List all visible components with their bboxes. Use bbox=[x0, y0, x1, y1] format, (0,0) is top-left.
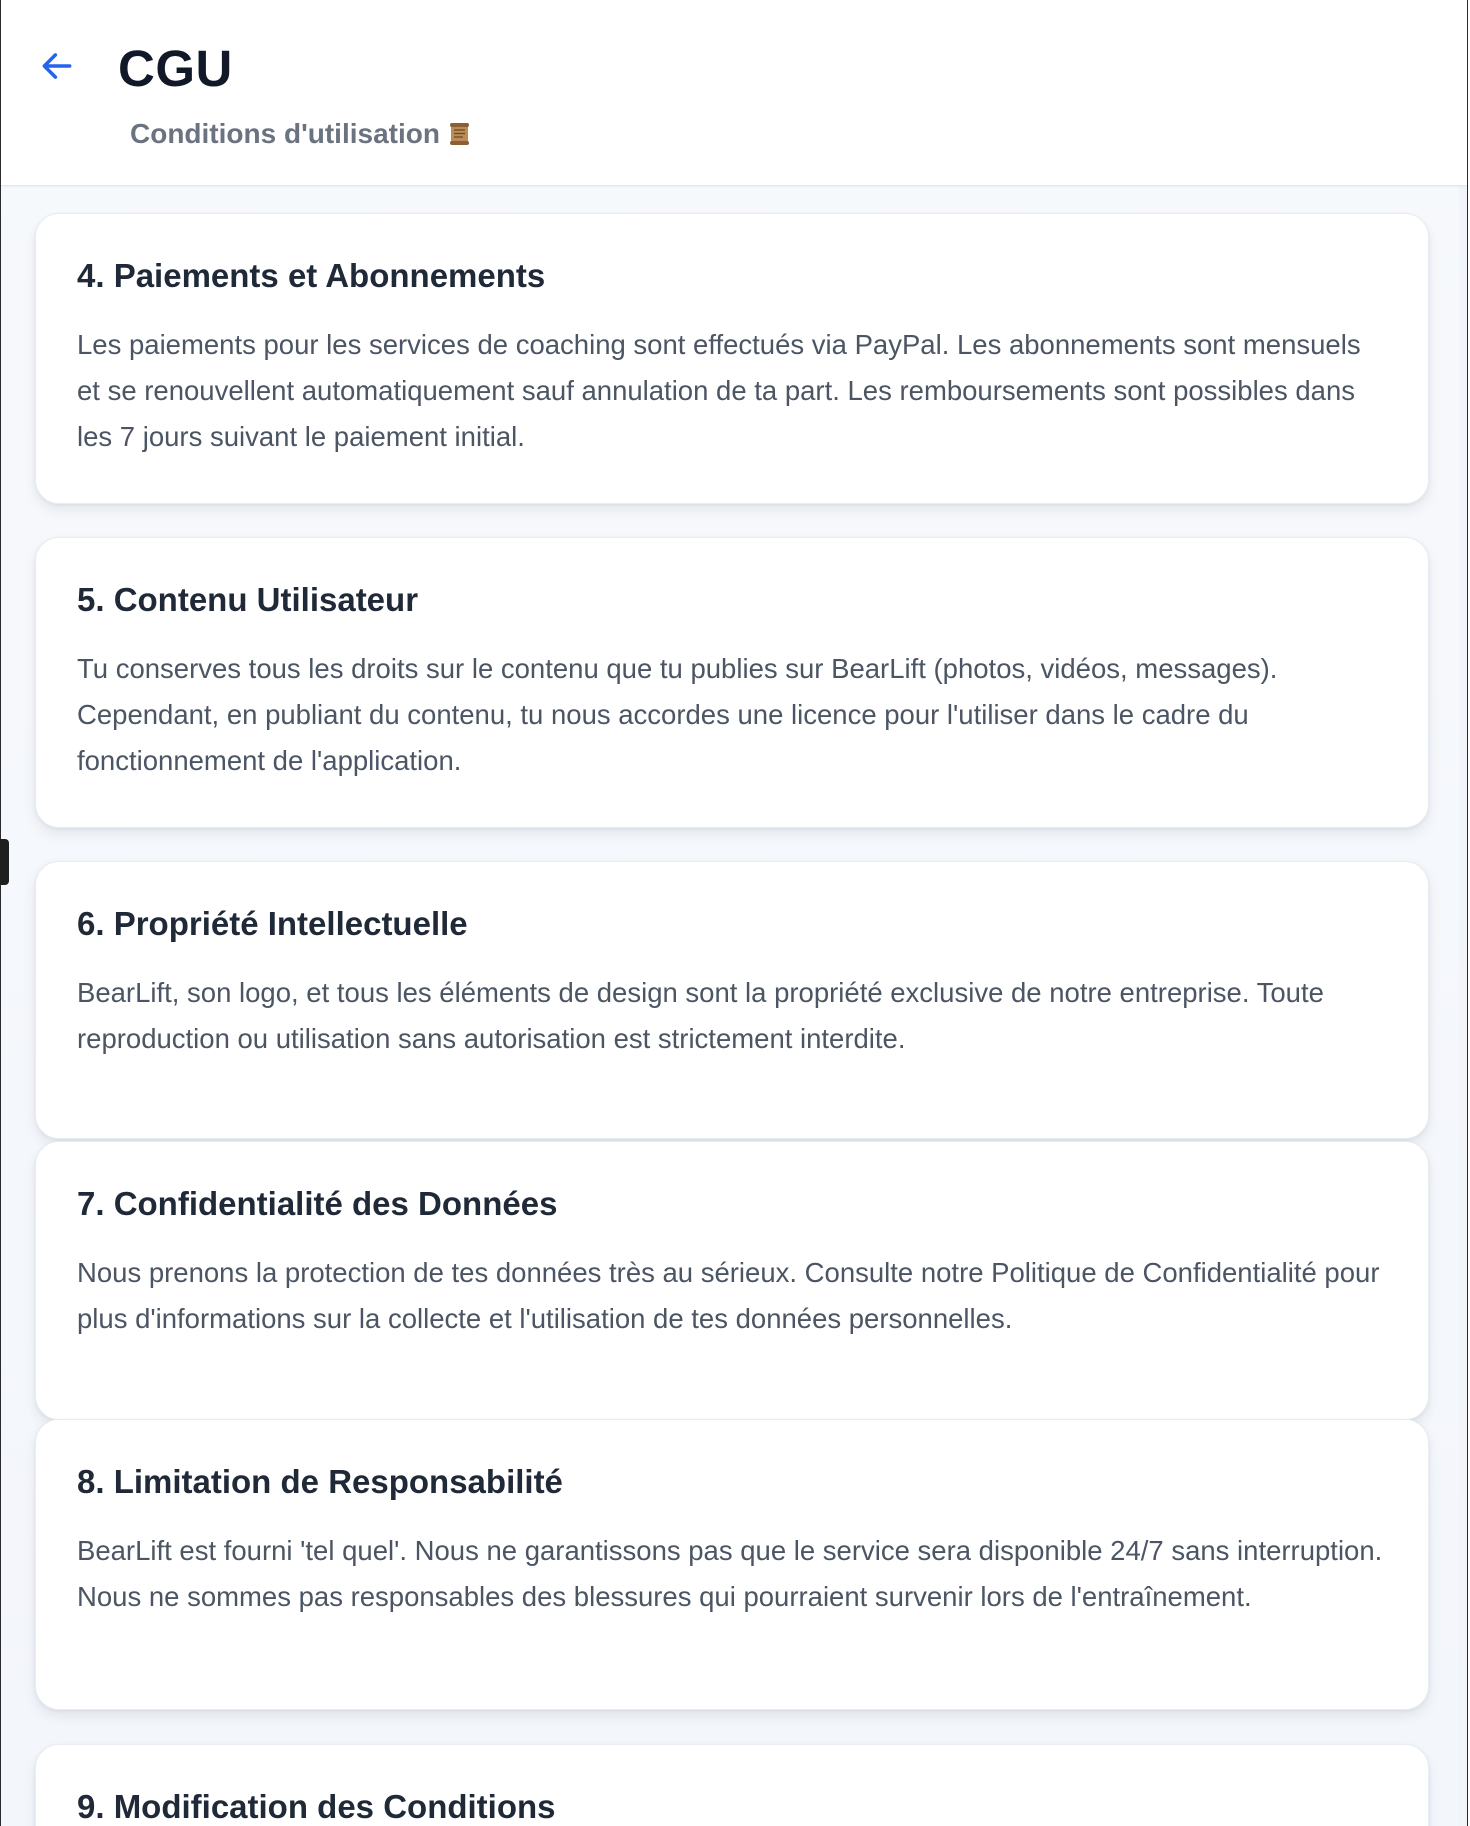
page-title: CGU bbox=[118, 40, 233, 97]
section-body: Nous prenons la protection de tes donnée… bbox=[77, 1257, 1380, 1334]
terms-content[interactable]: 4. Paiements et Abonnements Les paiement… bbox=[1, 185, 1465, 1826]
left-edge-handle[interactable] bbox=[0, 839, 9, 885]
terms-section-card: 5. Contenu Utilisateur Tu conserves tous… bbox=[35, 537, 1429, 828]
section-title: 5. Contenu Utilisateur bbox=[77, 581, 419, 618]
terms-section-card: 4. Paiements et Abonnements Les paiement… bbox=[35, 213, 1429, 504]
section-title: 4. Paiements et Abonnements bbox=[77, 257, 546, 294]
scroll-emoji-icon bbox=[446, 120, 474, 148]
section-body: Tu conserves tous les droits sur le cont… bbox=[77, 653, 1278, 776]
terms-section-card: 8. Limitation de Responsabilité BearLift… bbox=[35, 1419, 1429, 1710]
section-title: 7. Confidentialité des Données bbox=[77, 1185, 558, 1222]
section-body: BearLift est fourni 'tel quel'. Nous ne … bbox=[77, 1535, 1383, 1612]
section-title: 8. Limitation de Responsabilité bbox=[77, 1463, 563, 1500]
section-title: 9. Modification des Conditions bbox=[77, 1788, 556, 1825]
terms-section-card: 6. Propriété Intellectuelle BearLift, so… bbox=[35, 861, 1429, 1139]
terms-section-card: 9. Modification des Conditions bbox=[35, 1744, 1429, 1826]
section-body: BearLift, son logo, et tous les éléments… bbox=[77, 977, 1324, 1054]
arrow-left-icon bbox=[42, 53, 72, 79]
scrollbar-track[interactable] bbox=[1459, 185, 1467, 1826]
page-subtitle-row: Conditions d'utilisation bbox=[130, 116, 474, 152]
terms-section-card: 7. Confidentialité des Données Nous pren… bbox=[35, 1141, 1429, 1420]
page-header: CGU Conditions d'utilisation bbox=[1, 0, 1467, 186]
app-frame: CGU Conditions d'utilisation 4. Paiement… bbox=[0, 0, 1468, 1826]
back-button[interactable] bbox=[31, 40, 83, 92]
section-body: Les paiements pour les services de coach… bbox=[77, 329, 1361, 452]
section-title: 6. Propriété Intellectuelle bbox=[77, 905, 468, 942]
page-subtitle: Conditions d'utilisation bbox=[130, 118, 440, 149]
